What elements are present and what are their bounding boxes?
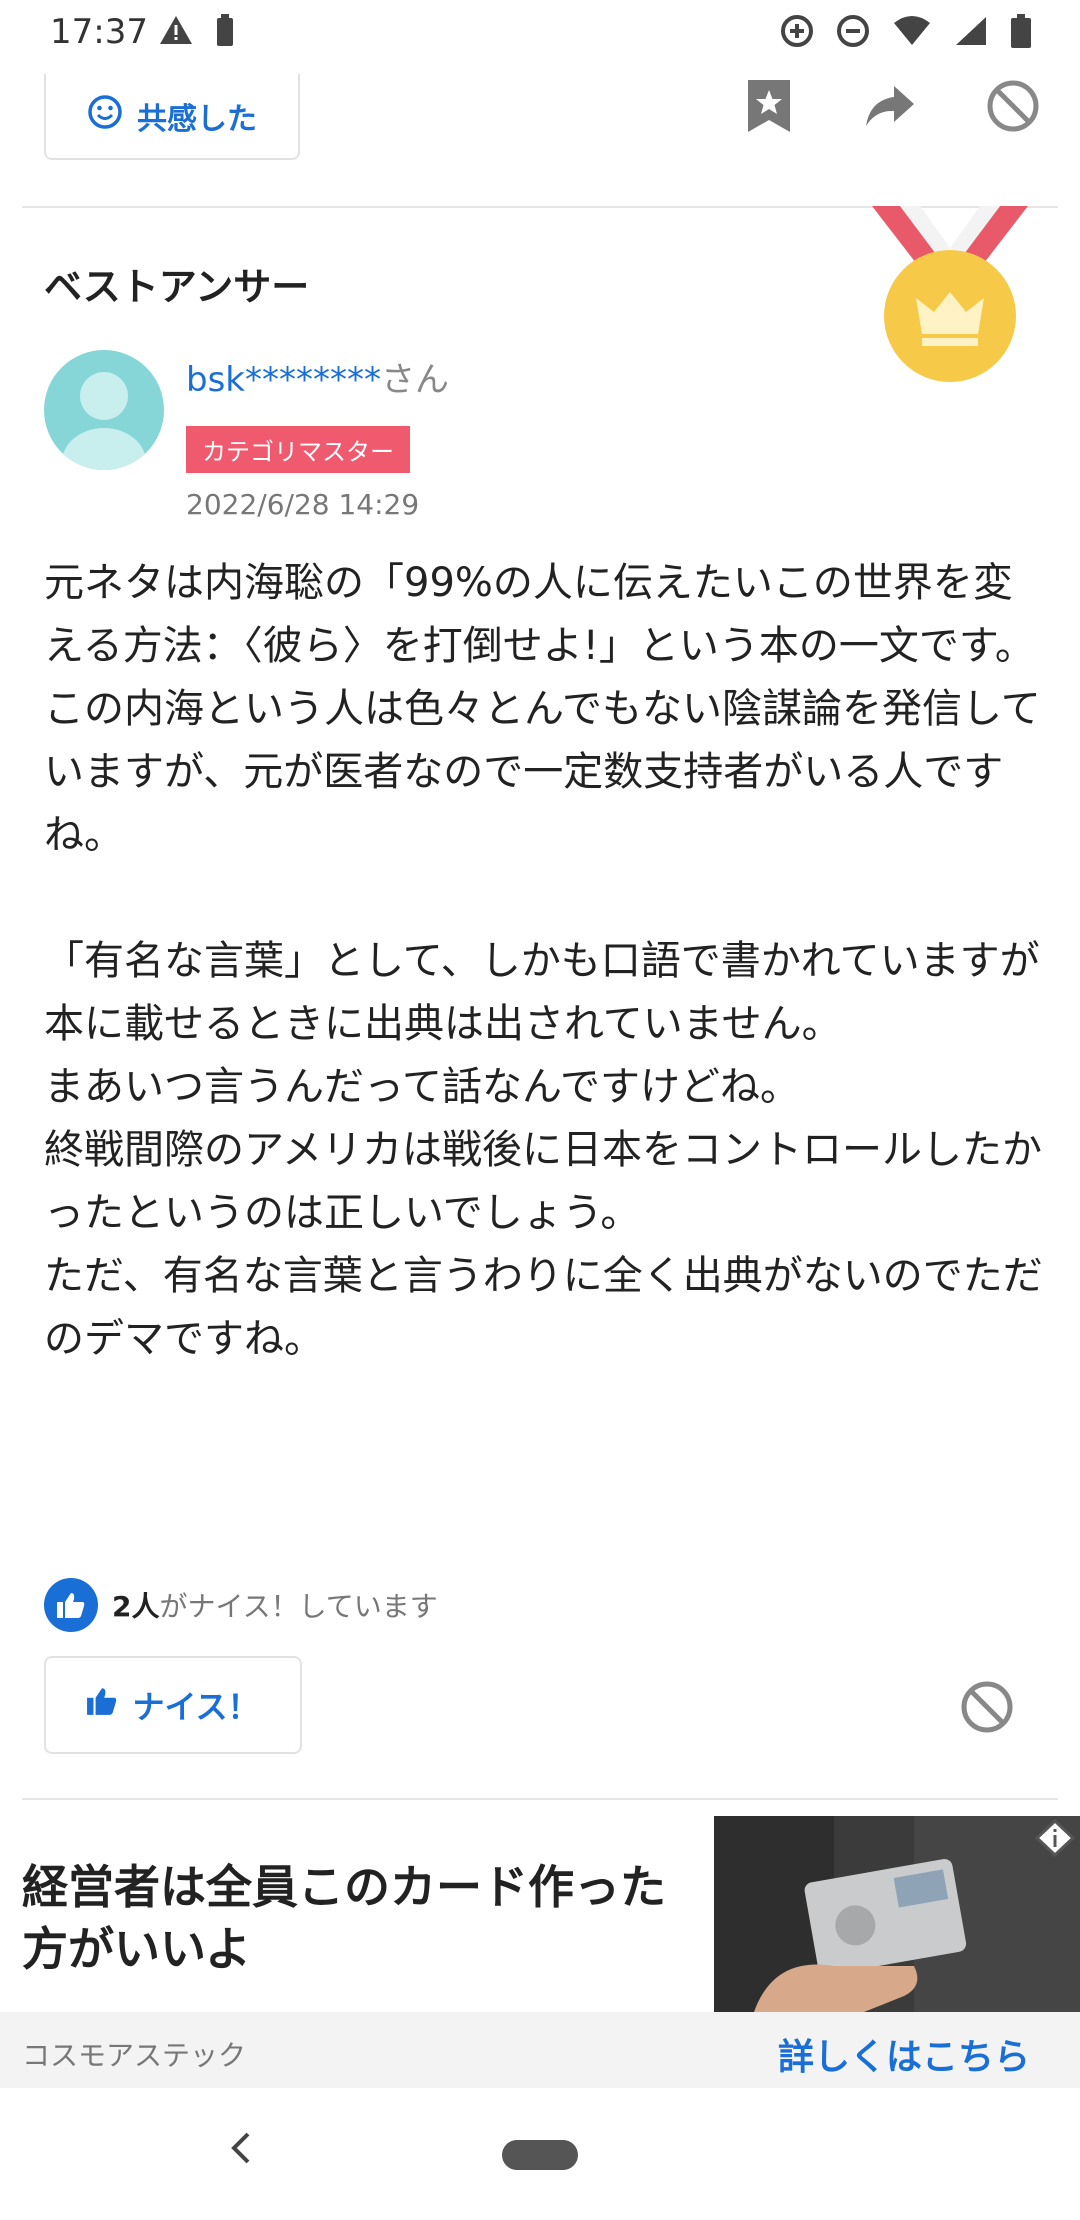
warning-icon (158, 14, 194, 50)
ad-sponsor: コスモアステック (22, 2039, 247, 2072)
answer-paragraph: この内海という人は色々とんでもない陰謀論を発信していますが、元が医者なので一定数… (44, 686, 1041, 858)
ad-image[interactable] (714, 1816, 1080, 2012)
home-pill[interactable] (502, 2140, 578, 2170)
answerer-name[interactable]: bsk********さん (186, 352, 449, 401)
answer-paragraph: ただ、有名な言葉と言うわりに全く出典がないのでただのデマですね。 (44, 1253, 1043, 1362)
dnd-icon (836, 14, 870, 52)
signal-icon (954, 15, 988, 51)
status-time: 17:37 (50, 12, 148, 52)
answer-paragraph: まあいつ言うんだって話なんですけどね。 (44, 1064, 800, 1110)
answer-paragraph: 終戦間際のアメリカは戦後に日本をコントロールしたかったというのは正しいでしょう。 (44, 1127, 1042, 1236)
answer-paragraph: 元ネタは内海聡の「99%の人に伝えたいこの世界を変える方法：〈彼ら〉を打倒せよ!… (44, 560, 1035, 669)
nice-button[interactable]: ナイス！ (44, 1656, 302, 1754)
ad-headline[interactable]: 経営者は全員このカード作った方がいいよ (22, 1856, 682, 1980)
category-master-badge: カテゴリマスター (186, 426, 410, 473)
sympathy-button[interactable]: 共感した (44, 74, 300, 160)
nice-button-label: ナイス！ (132, 1688, 260, 1726)
honorific: さん (381, 360, 449, 400)
ad-details-link[interactable]: 詳しくはこちら (778, 2028, 1030, 2080)
avatar[interactable] (44, 350, 164, 470)
answer-date: 2022/6/28 14:29 (186, 488, 420, 521)
nice-count-text: がナイス！しています (159, 1590, 438, 1623)
username[interactable]: bsk******** (186, 360, 381, 400)
back-icon[interactable] (226, 2130, 256, 2176)
status-bar: 17:37 (0, 0, 1080, 66)
ad-info-icon[interactable] (1034, 1818, 1076, 1858)
thumbs-up-icon (86, 1686, 118, 1724)
battery-icon (1010, 14, 1032, 52)
answer-paragraph: 「有名な言葉」として、しかも口語で書かれていますが本に載せるときに出典は出されて… (44, 938, 1040, 1047)
smile-icon (87, 94, 123, 138)
wifi-icon (892, 15, 932, 51)
answer-paragraph (44, 867, 1044, 930)
sympathy-label: 共感した (137, 102, 257, 137)
divider (22, 1798, 1058, 1800)
answer-body: 元ネタは内海聡の「99%の人に伝えたいこの世界を変える方法：〈彼ら〉を打倒せよ!… (44, 552, 1044, 1371)
block-icon[interactable] (986, 79, 1040, 137)
data-saver-icon (780, 14, 814, 52)
medal-icon (870, 206, 1030, 392)
thumbs-up-icon (44, 1578, 98, 1632)
bookmark-icon[interactable] (744, 78, 794, 138)
nice-count: 2人がナイス！しています (44, 1578, 438, 1632)
battery-saver-icon (216, 14, 234, 50)
best-answer-title: ベストアンサー (44, 265, 310, 309)
nice-count-number: 2人 (112, 1590, 160, 1623)
share-icon[interactable] (864, 84, 916, 132)
block-icon[interactable] (960, 1680, 1014, 1738)
